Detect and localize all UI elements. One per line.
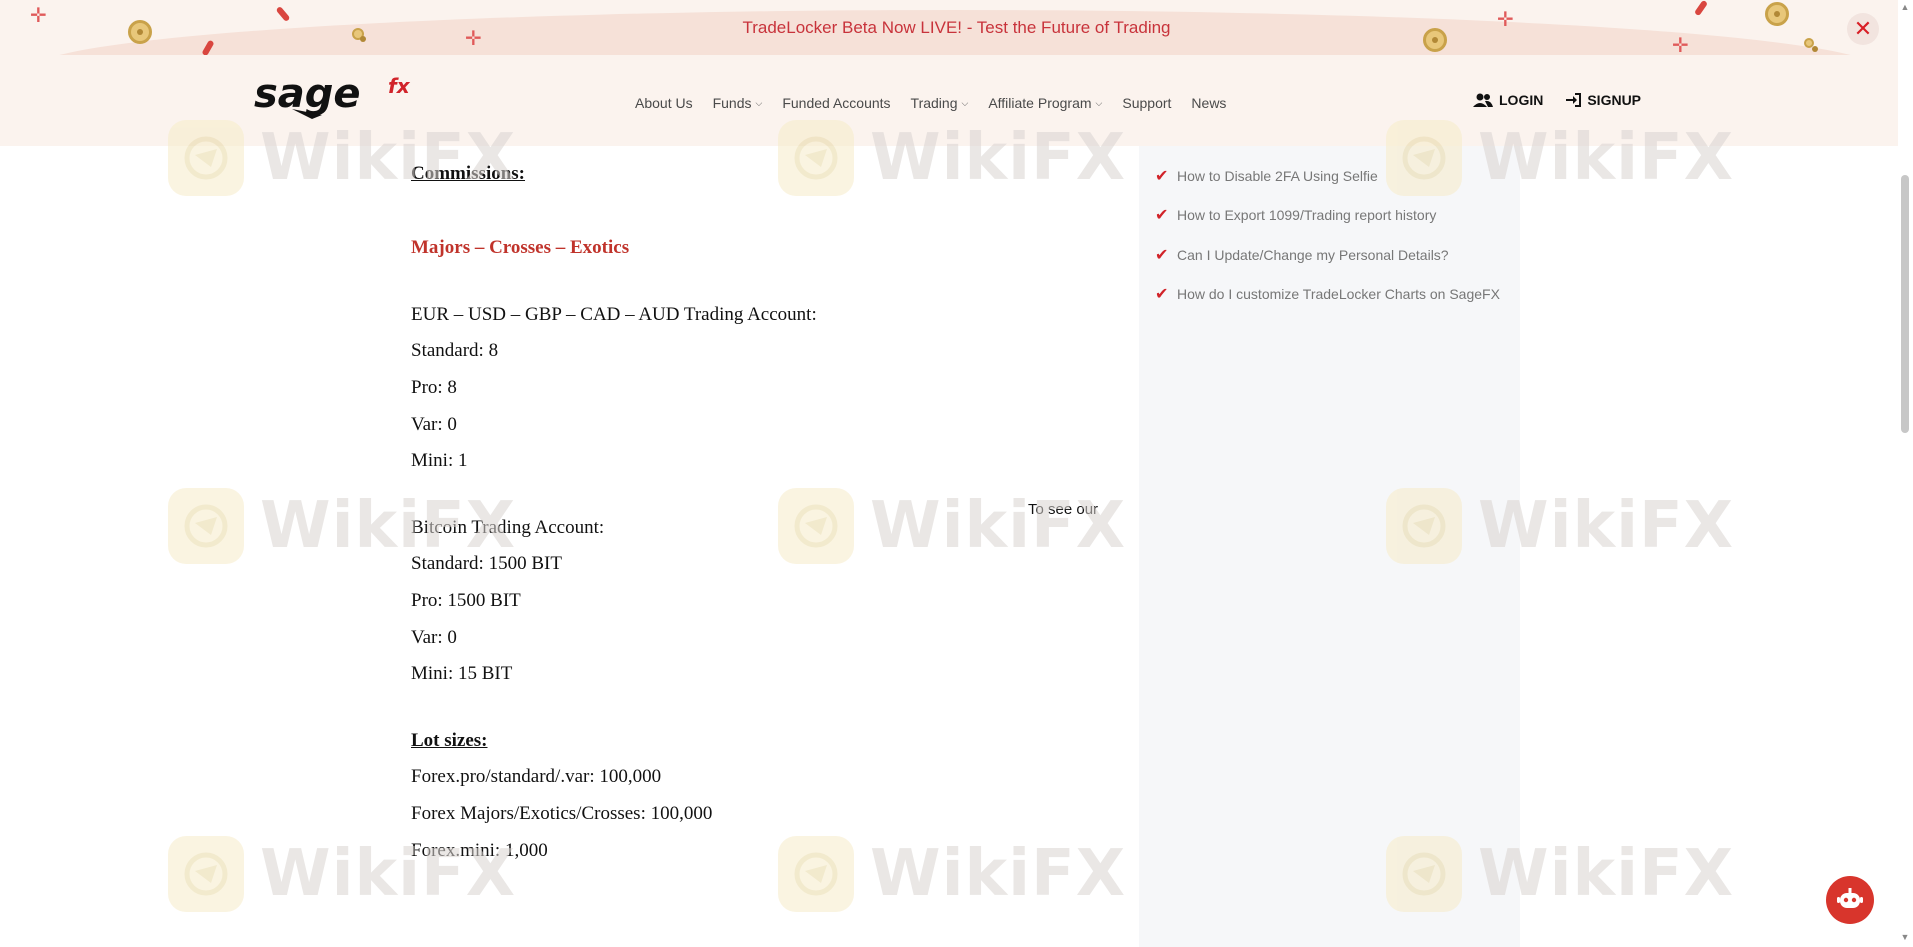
check-icon: ✔ [1155, 207, 1169, 225]
sign-in-icon [1566, 93, 1582, 107]
commission-row: Mini: 15 BIT [411, 663, 513, 684]
commission-row: Standard: 8 [411, 340, 499, 361]
check-icon: ✔ [1155, 286, 1169, 304]
currency-account-title: EUR – USD – GBP – CAD – AUD Trading Acco… [411, 304, 817, 325]
wikifx-logo-icon [168, 120, 244, 196]
wikifx-logo-icon [1386, 488, 1462, 564]
watermark-text: WikiFX [260, 837, 517, 911]
watermark: WikiFX [778, 488, 1126, 564]
check-icon: ✔ [1155, 167, 1169, 185]
lot-size-row: Forex.pro/standard/.var: 100,000 [411, 766, 662, 787]
watermark-text: WikiFX [870, 837, 1127, 911]
nav-about-us[interactable]: About Us [635, 91, 693, 115]
watermark: WikiFX [168, 836, 516, 912]
wikifx-logo-icon [1386, 120, 1462, 196]
watermark-text: WikiFX [1478, 489, 1735, 563]
watermark-text: WikiFX [1478, 837, 1735, 911]
nav-label: Affiliate Program [988, 95, 1092, 111]
nav-label: Funded Accounts [782, 95, 891, 111]
nav-label: Funds [712, 95, 752, 111]
related-article-link[interactable]: ✔ How to Export 1099/Trading report histo… [1155, 196, 1520, 236]
nav-label: Support [1122, 95, 1172, 111]
watermark: WikiFX [1386, 120, 1734, 196]
check-icon: ✔ [1155, 246, 1169, 264]
article-title: Can I Update/Change my Personal Details? [1177, 246, 1449, 263]
nav-label: About Us [635, 95, 693, 111]
wikifx-logo-icon [168, 488, 244, 564]
commission-row: Var: 0 [411, 414, 457, 435]
nav-affiliate-program[interactable]: Affiliate Program ⌵ [988, 91, 1102, 115]
scrollbar-thumb[interactable] [1901, 175, 1909, 433]
lot-size-row: Forex Majors/Exotics/Crosses: 100,000 [411, 803, 713, 824]
scroll-down-icon[interactable]: ▼ [1900, 932, 1910, 942]
wikifx-logo-icon [778, 488, 854, 564]
logo-suffix: fx [388, 74, 411, 98]
nav-label: Trading [910, 95, 958, 111]
watermark: WikiFX [168, 488, 516, 564]
nav-label: News [1191, 95, 1227, 111]
main-navigation: About Us Funds ⌵ Funded Accounts Trading ⌵… [635, 91, 1246, 115]
watermark-text: WikiFX [1478, 121, 1735, 195]
commission-row: Pro: 1500 BIT [411, 590, 521, 611]
watermark-text: WikiFX [870, 121, 1127, 195]
watermark-text: WikiFX [260, 489, 517, 563]
nav-funds[interactable]: Funds ⌵ [713, 91, 763, 115]
article-title: How to Export 1099/Trading report histor… [1177, 207, 1437, 224]
signup-label: SIGNUP [1587, 92, 1642, 108]
wikifx-logo-icon [778, 120, 854, 196]
wikifx-logo-icon [168, 836, 244, 912]
promo-banner: ✛ ✛ ✛ ✛ TradeLocker Beta Now LIVE! - Tes… [0, 0, 1913, 55]
sagefx-logo[interactable]: sage fx [252, 69, 427, 121]
chat-widget-button[interactable] [1826, 876, 1874, 924]
related-article-link[interactable]: ✔ How do I customize TradeLocker Charts o… [1155, 275, 1520, 315]
lot-sizes-heading: Lot sizes: [411, 730, 488, 751]
wikifx-logo-icon [1386, 836, 1462, 912]
chevron-down-icon: ⌵ [755, 97, 763, 108]
watermark: WikiFX [168, 120, 516, 196]
commission-row: Mini: 1 [411, 450, 468, 471]
nav-funded-accounts[interactable]: Funded Accounts [782, 91, 890, 115]
watermark: WikiFX [778, 120, 1126, 196]
watermark-text: WikiFX [870, 489, 1127, 563]
article-title: How to Disable 2FA Using Selfie [1177, 167, 1378, 184]
article-title: How do I customize TradeLocker Charts on… [1177, 286, 1500, 303]
sparkle-icon: ✛ [1672, 35, 1689, 55]
logo-text: sage [254, 71, 361, 117]
watermark-text: WikiFX [260, 121, 517, 195]
signup-button[interactable]: SIGNUP [1565, 92, 1641, 108]
streamer-decoration [1693, 0, 1709, 17]
chevron-down-icon: ⌵ [961, 97, 969, 108]
users-icon [1473, 93, 1493, 107]
wikifx-logo-icon [778, 836, 854, 912]
nav-news[interactable]: News [1191, 91, 1226, 115]
watermark: WikiFX [1386, 836, 1734, 912]
commission-row: Var: 0 [411, 627, 457, 648]
scroll-up-icon[interactable]: ▲ [1900, 2, 1910, 12]
login-label: LOGIN [1499, 92, 1544, 108]
close-icon[interactable]: ✕ [1847, 13, 1879, 45]
page-scrollbar[interactable]: ▲ ▼ [1898, 0, 1913, 947]
banner-link[interactable]: TradeLocker Beta Now LIVE! - Test the Fu… [0, 18, 1913, 38]
auth-links: LOGIN SIGNUP [1473, 92, 1641, 108]
nav-trading[interactable]: Trading ⌵ [911, 91, 969, 115]
nav-support[interactable]: Support [1122, 91, 1171, 115]
login-button[interactable]: LOGIN [1473, 92, 1543, 108]
chevron-down-icon: ⌵ [1095, 97, 1103, 108]
coin-icon [1804, 38, 1818, 52]
commission-row: Pro: 8 [411, 377, 457, 398]
related-article-link[interactable]: ✔ Can I Update/Change my Personal Details… [1155, 235, 1520, 275]
chat-bot-icon [1837, 888, 1863, 908]
watermark: WikiFX [778, 836, 1126, 912]
markets-subheading: Majors – Crosses – Exotics [411, 237, 630, 258]
watermark: WikiFX [1386, 488, 1734, 564]
